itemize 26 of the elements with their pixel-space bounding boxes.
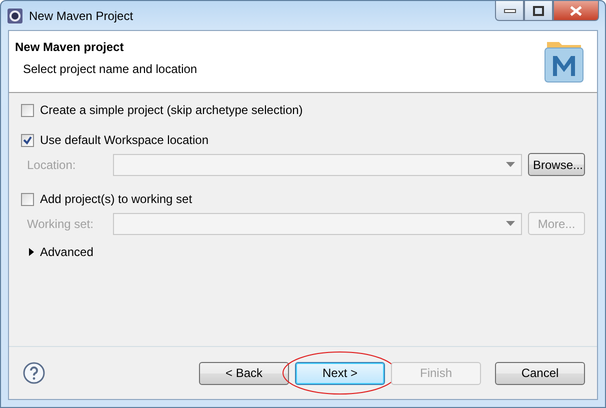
help-icon[interactable] [23,362,45,384]
expander-label[interactable]: Advanced [40,245,94,259]
combo-field[interactable] [113,212,522,234]
checkbox-label: Create a simple project (skip archetype selection) [40,103,303,117]
checkbox[interactable] [21,134,34,146]
wizard-button[interactable]: Next > [295,362,385,384]
maximize-button[interactable] [524,1,553,21]
page-subtitle: Select project name and location [23,62,198,76]
dropdown-arrow-icon [506,221,515,226]
checkbox-label: Add project(s) to working set [40,192,192,206]
dropdown-arrow-icon [506,162,515,167]
maximize-icon [533,6,544,16]
close-icon [570,6,582,16]
combo-field[interactable] [113,154,522,176]
wizard-button[interactable]: < Back [199,362,289,384]
window-title: New Maven Project [29,8,134,22]
close-button[interactable] [553,1,599,21]
checkbox[interactable] [21,104,34,116]
page-title: New Maven project [15,40,125,54]
checkbox-label: Use default Workspace location [40,133,209,147]
minimize-button[interactable] [495,1,524,21]
wizard-button[interactable]: Cancel [495,362,585,384]
minimize-icon [504,8,516,12]
field-label: Location: [27,158,77,172]
checkbox[interactable] [21,192,34,206]
field-label: Working set: [27,216,94,230]
